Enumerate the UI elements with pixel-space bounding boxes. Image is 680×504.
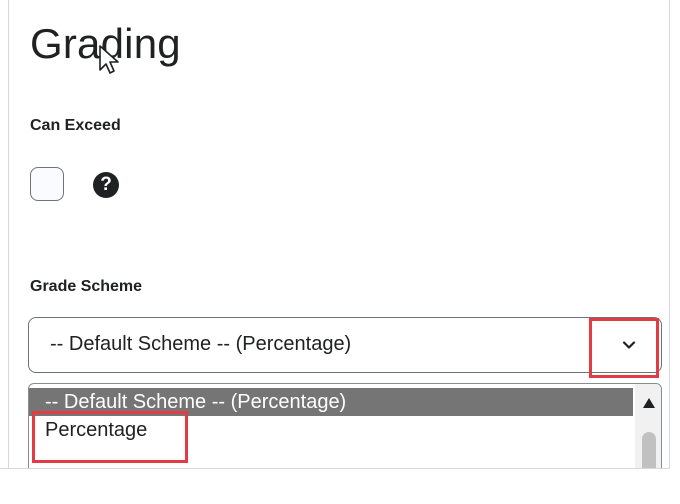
question-circle-icon[interactable]: ? — [93, 172, 119, 198]
grading-panel: Grading Can Exceed ? Grade Scheme -- Def… — [0, 0, 670, 469]
scrollbar-thumb[interactable] — [642, 432, 656, 468]
can-exceed-checkbox[interactable] — [30, 167, 64, 201]
highlight-box-percentage-option — [32, 411, 188, 463]
grade-scheme-selected-value: -- Default Scheme -- (Percentage) — [50, 333, 352, 355]
highlight-box-chevron — [589, 318, 659, 378]
grade-scheme-label: Grade Scheme — [30, 278, 143, 295]
mouse-pointer-icon — [99, 45, 119, 74]
can-exceed-label: Can Exceed — [30, 117, 121, 134]
scroll-up-arrow-icon[interactable] — [641, 396, 657, 410]
dropdown-scrollbar[interactable] — [635, 384, 661, 468]
grade-scheme-select[interactable]: -- Default Scheme -- (Percentage) — [28, 317, 662, 373]
panel-left-border — [8, 0, 9, 468]
